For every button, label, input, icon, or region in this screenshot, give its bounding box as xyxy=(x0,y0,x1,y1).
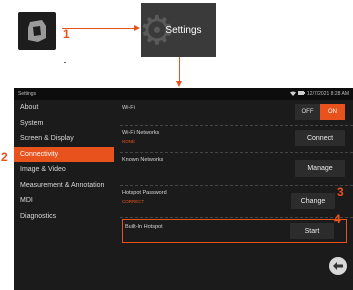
hotspot-password-title: Hotspot Password xyxy=(122,190,167,196)
statusbar-title: Settings xyxy=(18,91,37,97)
wifi-off-option[interactable]: OFF xyxy=(295,104,320,120)
sidebar-item-system[interactable]: System xyxy=(14,116,114,132)
sidebar-item-about[interactable]: About xyxy=(14,100,114,116)
wifi-icon xyxy=(290,91,297,98)
settings-tile-label: Settings xyxy=(165,24,202,36)
wifi-row: Wi-Fi OFF ON xyxy=(120,100,353,126)
flow-arrow-right xyxy=(62,25,140,31)
sidebar-item-diagnostics[interactable]: Diagnostics xyxy=(14,209,114,225)
start-button[interactable]: Start xyxy=(290,223,334,239)
callout-3: 3 xyxy=(337,185,344,199)
datetime: 12/7/2021 8:28 AM xyxy=(307,91,349,97)
battery-icon xyxy=(298,91,306,97)
manage-button[interactable]: Manage xyxy=(295,160,345,177)
flow-arrow-down xyxy=(176,57,182,87)
callout-4: 4 xyxy=(334,212,341,226)
builtin-hotspot-title: Built-In Hotspot xyxy=(125,224,163,230)
app-logo-icon xyxy=(28,20,46,42)
wifi-title: Wi-Fi xyxy=(122,105,135,111)
sidebar-item-mdi[interactable]: MDI xyxy=(14,193,114,209)
known-networks-title: Known Networks xyxy=(122,157,164,163)
wifi-networks-row: Wi-Fi Networks NONE Connect xyxy=(120,125,353,153)
callout-2: 2 xyxy=(1,150,8,164)
hotspot-password-value: CORRECT xyxy=(122,199,145,204)
wifi-on-option[interactable]: ON xyxy=(320,104,345,120)
wifi-networks-title: Wi-Fi Networks xyxy=(122,130,160,136)
app-tile[interactable] xyxy=(18,12,56,50)
device-screen: Settings 12/7/2021 8:28 AM About System … xyxy=(14,88,353,290)
settings-tile[interactable]: ⚙ Settings xyxy=(141,3,216,57)
connect-button[interactable]: Connect xyxy=(295,130,345,146)
known-networks-row: Known Networks Manage xyxy=(120,152,353,186)
wifi-networks-status: NONE xyxy=(122,139,136,144)
status-bar: Settings 12/7/2021 8:28 AM xyxy=(14,88,353,100)
sidebar-item-image-video[interactable]: Image & Video xyxy=(14,162,114,178)
settings-sidebar: About System Screen & Display Connectivi… xyxy=(14,100,114,290)
back-arrow-icon[interactable] xyxy=(329,257,347,275)
sidebar-item-connectivity[interactable]: Connectivity xyxy=(14,146,114,162)
settings-content: Wi-Fi OFF ON Wi-Fi Networks NONE Connect… xyxy=(120,100,353,290)
hotspot-password-row: Hotspot Password CORRECT Change xyxy=(120,185,353,218)
change-button[interactable]: Change xyxy=(291,193,335,209)
builtin-hotspot-row: Built-In Hotspot Start xyxy=(122,219,347,243)
divider-dot xyxy=(64,62,66,63)
wifi-toggle[interactable]: OFF ON xyxy=(295,104,345,120)
callout-1: 1 xyxy=(63,27,70,41)
sidebar-item-measurement-annotation[interactable]: Measurement & Annotation xyxy=(14,178,114,194)
sidebar-item-screen-display[interactable]: Screen & Display xyxy=(14,131,114,147)
